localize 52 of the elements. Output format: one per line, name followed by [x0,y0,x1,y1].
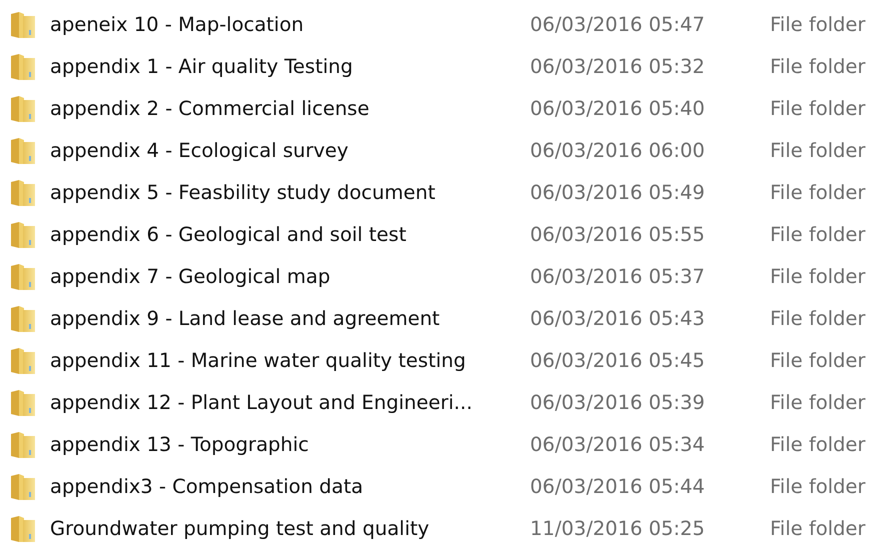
folder-icon [10,305,36,333]
folder-name: appendix 1 - Air quality Testing [50,55,353,78]
folder-name: appendix3 - Compensation data [50,475,364,498]
item-type: File folder [770,139,866,162]
item-type: File folder [770,475,866,498]
date-modified: 06/03/2016 05:44 [530,475,705,498]
folder-name: appendix 4 - Ecological survey [50,139,348,162]
folder-icon [10,53,36,81]
folder-name: appendix 13 - Topographic [50,433,309,456]
item-type: File folder [770,223,866,246]
folder-icon [10,431,36,459]
date-modified: 06/03/2016 05:40 [530,97,705,120]
item-type: File folder [770,391,866,414]
date-modified: 06/03/2016 05:37 [530,265,705,288]
date-modified: 06/03/2016 06:00 [530,139,705,162]
item-type: File folder [770,13,866,36]
folder-icon [10,263,36,291]
item-type: File folder [770,517,866,540]
date-modified: 06/03/2016 05:45 [530,349,705,372]
date-modified: 06/03/2016 05:49 [530,181,705,204]
date-modified: 06/03/2016 05:43 [530,307,705,330]
folder-name: appendix 6 - Geological and soil test [50,223,406,246]
folder-icon [10,515,36,543]
folder-icon [10,347,36,375]
folder-icon [10,389,36,417]
folder-icon [10,11,36,39]
folder-name: apeneix 10 - Map-location [50,13,304,36]
folder-icon [10,221,36,249]
folder-name: appendix 2 - Commercial license [50,97,370,120]
folder-icon [10,179,36,207]
date-modified: 11/03/2016 05:25 [530,517,705,540]
item-type: File folder [770,265,866,288]
date-modified: 06/03/2016 05:34 [530,433,705,456]
folder-icon [10,95,36,123]
item-type: File folder [770,307,866,330]
folder-name: appendix 7 - Geological map [50,265,330,288]
folder-name: appendix 5 - Feasbility study document [50,181,436,204]
folder-name: appendix 11 - Marine water quality testing [50,349,466,372]
item-type: File folder [770,433,866,456]
date-modified: 06/03/2016 05:39 [530,391,705,414]
date-modified: 06/03/2016 05:47 [530,13,705,36]
date-modified: 06/03/2016 05:32 [530,55,705,78]
folder-name: Groundwater pumping test and quality [50,517,430,540]
folder-icon [10,137,36,165]
item-type: File folder [770,97,866,120]
folder-name: appendix 12 - Plant Layout and Engineeri... [50,391,472,414]
item-type: File folder [770,181,866,204]
item-type: File folder [770,349,866,372]
folder-icon [10,473,36,501]
date-modified: 06/03/2016 05:55 [530,223,705,246]
folder-name: appendix 9 - Land lease and agreement [50,307,440,330]
item-type: File folder [770,55,866,78]
